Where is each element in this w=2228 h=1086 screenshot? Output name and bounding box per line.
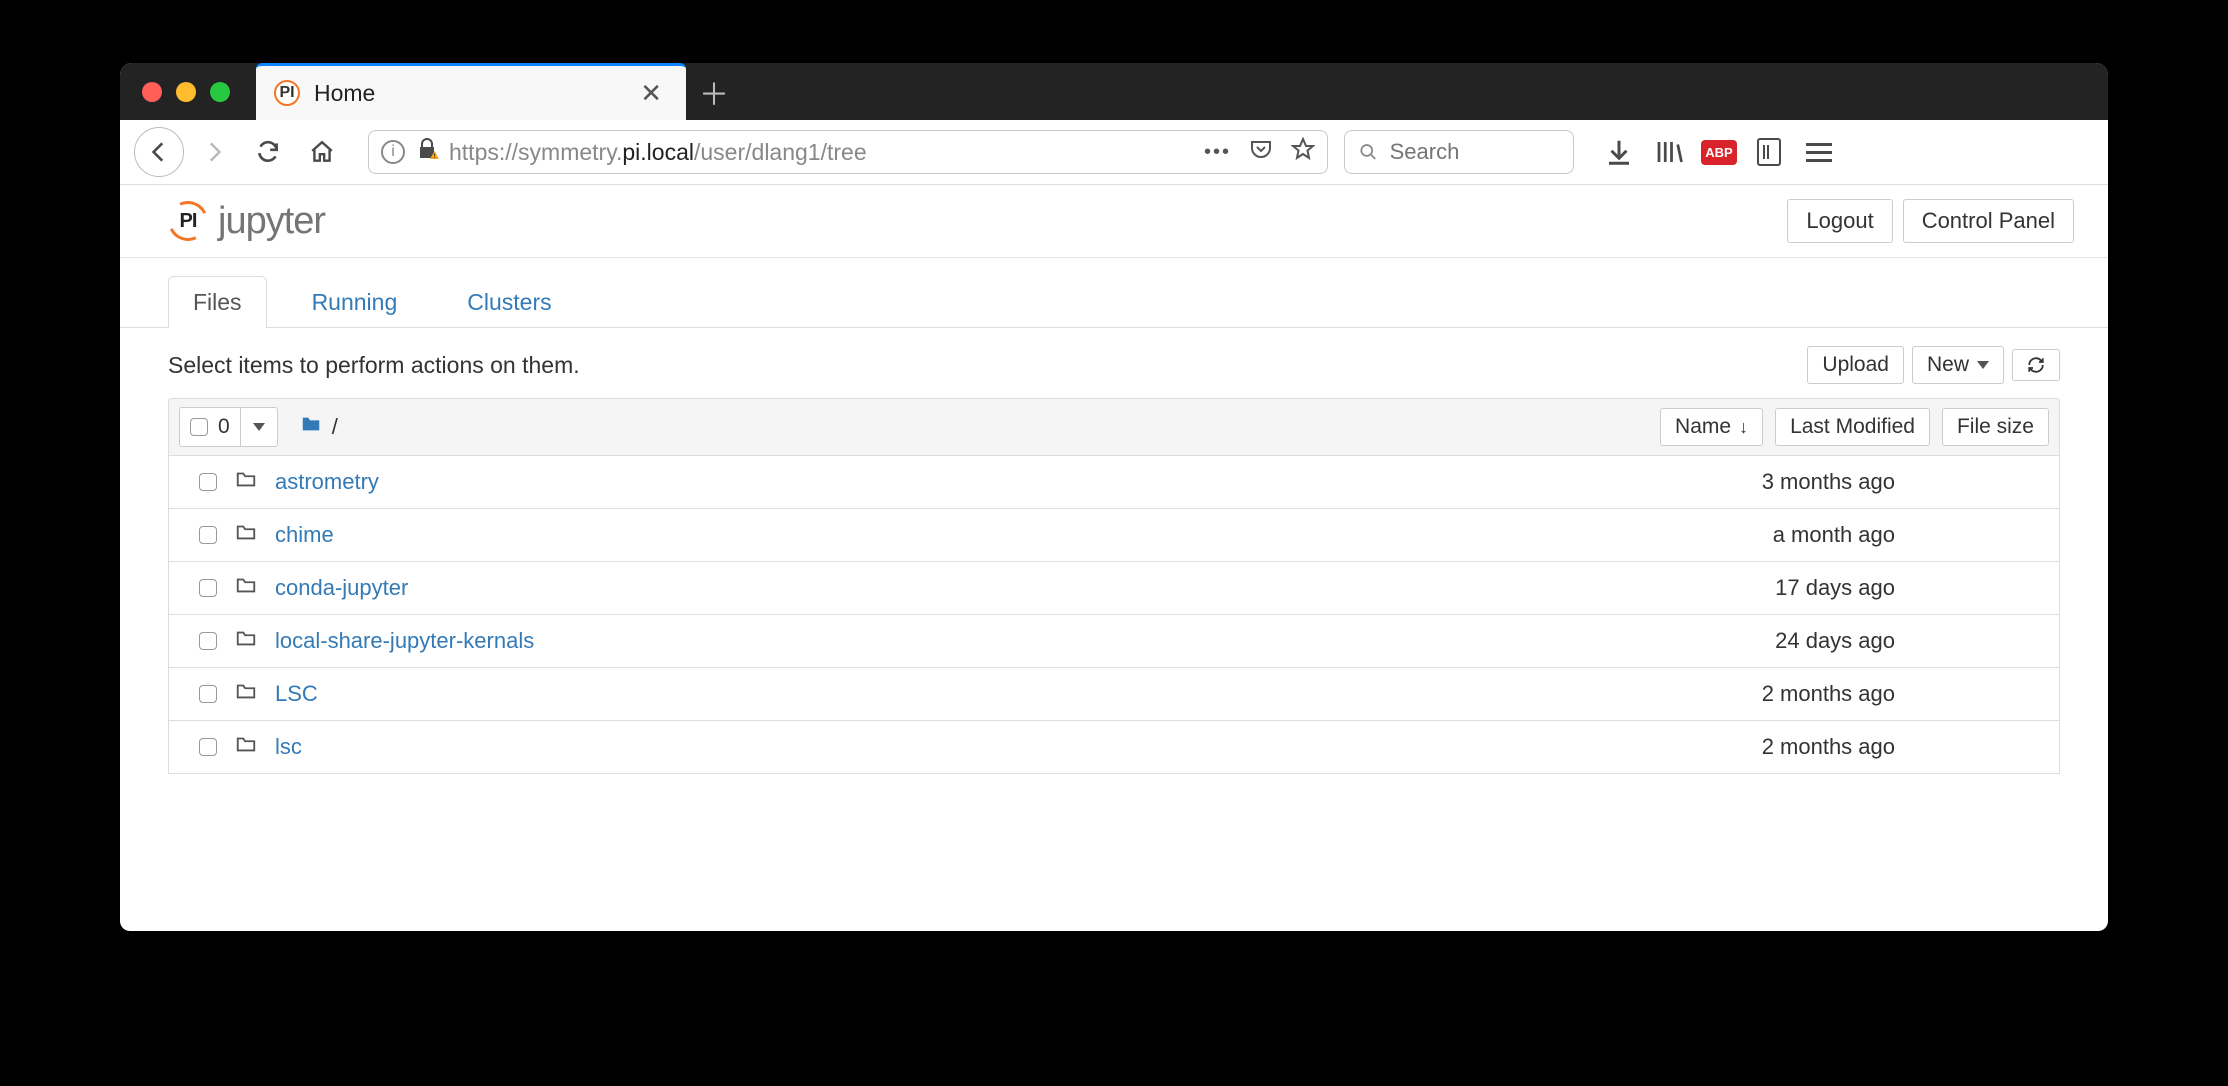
- select-dropdown[interactable]: [240, 408, 277, 446]
- library-icon[interactable]: [1654, 137, 1684, 167]
- caret-down-icon: [1977, 361, 1989, 369]
- sort-modified-button[interactable]: Last Modified: [1775, 408, 1930, 446]
- action-hint-text: Select items to perform actions on them.: [168, 352, 580, 379]
- browser-search-box[interactable]: [1344, 130, 1574, 174]
- folder-outline-icon: [235, 468, 257, 496]
- select-all-checkbox[interactable]: [190, 418, 208, 436]
- arrow-down-icon: ↓: [1739, 417, 1748, 438]
- home-button[interactable]: [298, 128, 346, 176]
- jupyter-tabs: Files Running Clusters: [120, 258, 2108, 328]
- folder-icon: [300, 413, 322, 441]
- file-row: astrometry 3 months ago: [168, 456, 2060, 509]
- url-text: https://symmetry.pi.local/user/dlang1/tr…: [449, 139, 867, 166]
- folder-outline-icon: [235, 627, 257, 655]
- file-row: LSC 2 months ago: [168, 668, 2060, 721]
- new-tab-button[interactable]: ＋: [686, 63, 742, 120]
- forward-button[interactable]: [190, 128, 238, 176]
- maximize-window-button[interactable]: [210, 82, 230, 102]
- file-name-link[interactable]: conda-jupyter: [275, 575, 408, 601]
- folder-outline-icon: [235, 680, 257, 708]
- browser-window: PI Home ✕ ＋ i https://symmetry.pi.local/…: [120, 63, 2108, 931]
- url-bar[interactable]: i https://symmetry.pi.local/user/dlang1/…: [368, 130, 1328, 174]
- new-dropdown-button[interactable]: New: [1912, 346, 2004, 384]
- breadcrumb-root: /: [332, 414, 338, 440]
- toolbar-right-icons: ABP: [1604, 137, 1834, 167]
- folder-outline-icon: [235, 733, 257, 761]
- sort-name-label: Name: [1675, 415, 1731, 439]
- tab-running[interactable]: Running: [287, 276, 423, 328]
- pocket-icon[interactable]: [1249, 137, 1273, 167]
- file-modified: 24 days ago: [1611, 628, 1901, 654]
- security-warning-icon[interactable]: [415, 137, 439, 167]
- file-name-link[interactable]: astrometry: [275, 469, 379, 495]
- row-checkbox[interactable]: [199, 579, 217, 597]
- search-input[interactable]: [1390, 139, 1559, 165]
- folder-outline-icon: [235, 574, 257, 602]
- file-name-link[interactable]: chime: [275, 522, 334, 548]
- tab-favicon: PI: [274, 80, 300, 106]
- menu-burger-icon[interactable]: [1804, 137, 1834, 167]
- row-checkbox[interactable]: [199, 526, 217, 544]
- row-checkbox[interactable]: [199, 738, 217, 756]
- new-label: New: [1927, 353, 1969, 377]
- file-row: lsc 2 months ago: [168, 721, 2060, 774]
- file-modified: 3 months ago: [1611, 469, 1901, 495]
- selection-count: 0: [218, 415, 230, 439]
- tab-files[interactable]: Files: [168, 276, 267, 328]
- file-name-link[interactable]: lsc: [275, 734, 302, 760]
- file-row: chime a month ago: [168, 509, 2060, 562]
- reader-view-icon[interactable]: [1754, 137, 1784, 167]
- logout-button[interactable]: Logout: [1787, 199, 1892, 243]
- titlebar: PI Home ✕ ＋: [120, 63, 2108, 120]
- file-row: conda-jupyter 17 days ago: [168, 562, 2060, 615]
- tab-close-button[interactable]: ✕: [634, 78, 668, 109]
- upload-button[interactable]: Upload: [1807, 346, 1904, 384]
- breadcrumb[interactable]: /: [300, 413, 338, 441]
- search-icon: [1359, 141, 1378, 163]
- bookmark-star-icon[interactable]: [1291, 137, 1315, 167]
- file-modified: 2 months ago: [1611, 681, 1901, 707]
- page-actions-icon[interactable]: •••: [1204, 141, 1231, 164]
- file-list: 0 / Name ↓ Last Modified File size astro…: [120, 398, 2108, 774]
- jupyter-header: PI jupyter Logout Control Panel: [120, 185, 2108, 258]
- sort-size-button[interactable]: File size: [1942, 408, 2049, 446]
- file-modified: 2 months ago: [1611, 734, 1901, 760]
- sort-name-button[interactable]: Name ↓: [1660, 408, 1763, 446]
- file-name-link[interactable]: LSC: [275, 681, 318, 707]
- row-checkbox[interactable]: [199, 473, 217, 491]
- browser-tab-active[interactable]: PI Home ✕: [256, 63, 686, 120]
- action-bar: Select items to perform actions on them.…: [120, 328, 2108, 398]
- window-traffic-lights: [120, 82, 256, 102]
- row-checkbox[interactable]: [199, 685, 217, 703]
- jupyter-logo-text: jupyter: [218, 200, 325, 243]
- control-panel-button[interactable]: Control Panel: [1903, 199, 2074, 243]
- select-all-group[interactable]: 0: [179, 407, 278, 447]
- jupyter-logo[interactable]: PI jupyter: [168, 200, 325, 243]
- file-name-link[interactable]: local-share-jupyter-kernals: [275, 628, 534, 654]
- close-window-button[interactable]: [142, 82, 162, 102]
- refresh-icon: [2027, 356, 2045, 374]
- minimize-window-button[interactable]: [176, 82, 196, 102]
- refresh-button[interactable]: [2012, 349, 2060, 381]
- site-info-icon[interactable]: i: [381, 140, 405, 164]
- tab-clusters[interactable]: Clusters: [442, 276, 576, 328]
- caret-down-icon: [253, 423, 265, 431]
- tab-title: Home: [314, 80, 620, 107]
- reload-button[interactable]: [244, 128, 292, 176]
- downloads-icon[interactable]: [1604, 137, 1634, 167]
- file-list-header: 0 / Name ↓ Last Modified File size: [168, 398, 2060, 456]
- row-checkbox[interactable]: [199, 632, 217, 650]
- adblock-icon[interactable]: ABP: [1704, 137, 1734, 167]
- file-row: local-share-jupyter-kernals 24 days ago: [168, 615, 2060, 668]
- file-modified: 17 days ago: [1611, 575, 1901, 601]
- folder-outline-icon: [235, 521, 257, 549]
- file-modified: a month ago: [1611, 522, 1901, 548]
- jupyter-logo-icon: PI: [168, 201, 208, 241]
- back-button[interactable]: [134, 127, 184, 177]
- browser-toolbar: i https://symmetry.pi.local/user/dlang1/…: [120, 120, 2108, 185]
